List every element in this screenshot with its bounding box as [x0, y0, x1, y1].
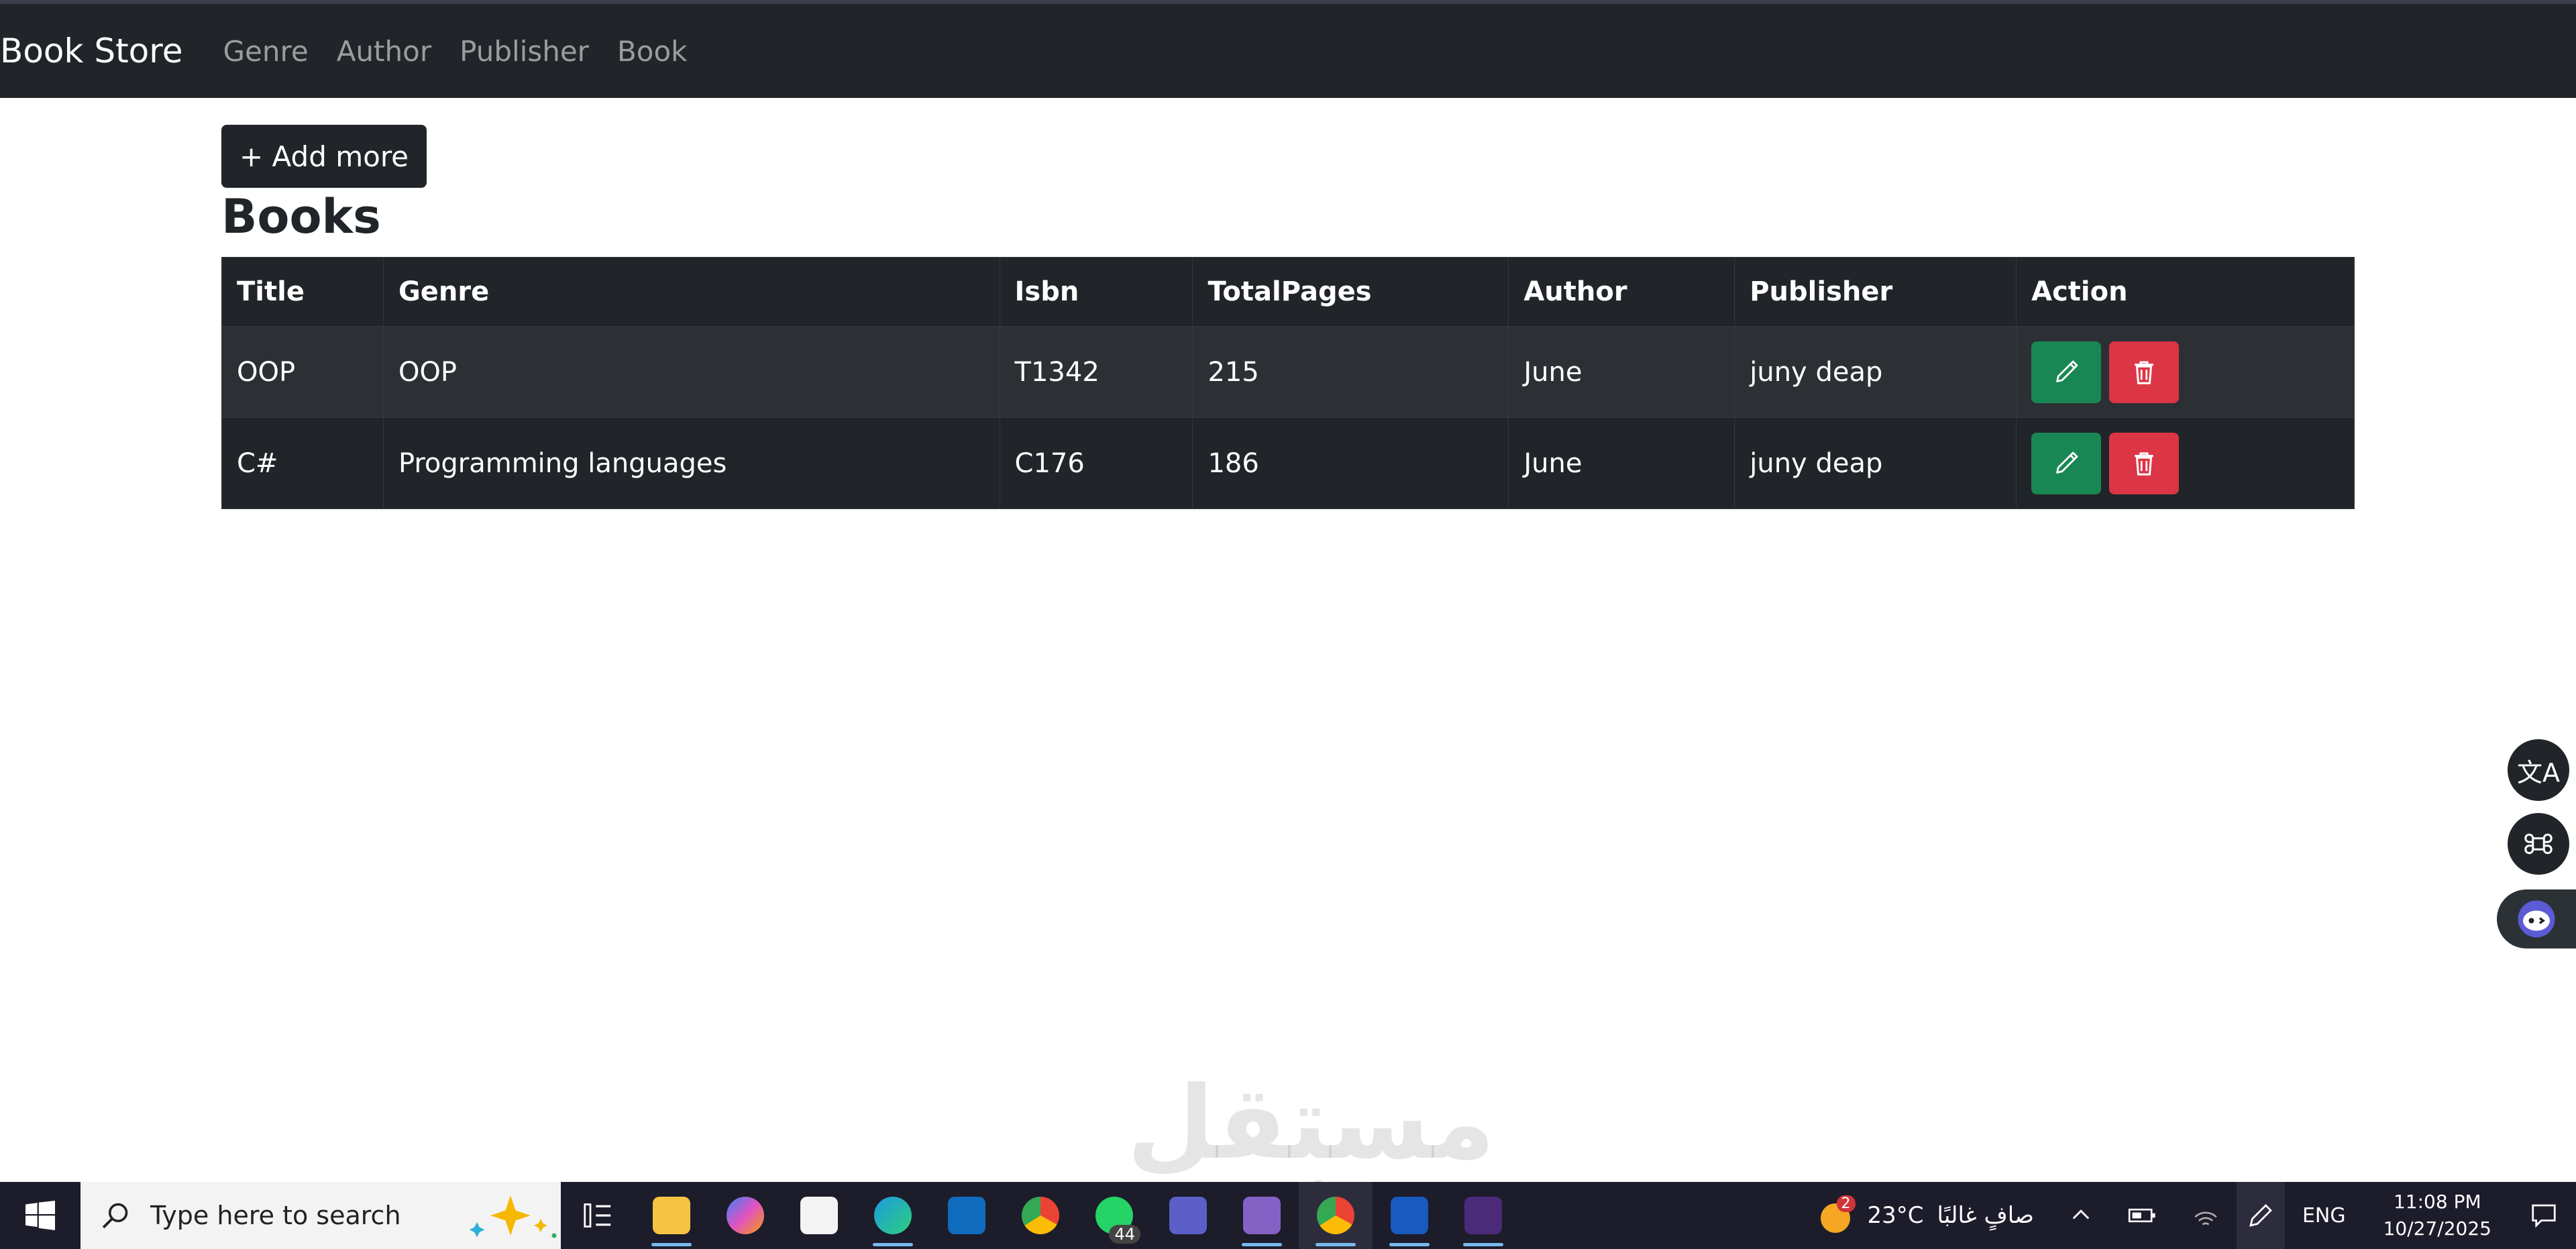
translate-fab[interactable]: 文A	[2508, 739, 2569, 801]
table-row: OOP OOP T1342 215 June juny deap	[221, 326, 2355, 418]
weather-temp: 23°C	[1867, 1202, 1924, 1229]
terminal-icon	[1464, 1197, 1502, 1234]
taskbar-copilot[interactable]	[708, 1182, 782, 1249]
cell-author: June	[1508, 326, 1735, 418]
clock-date: 10/27/2025	[2383, 1217, 2491, 1240]
copilot-icon	[727, 1197, 764, 1234]
chevron-up-icon[interactable]	[2069, 1203, 2093, 1228]
task-view-button[interactable]	[561, 1182, 635, 1249]
books-table: Title Genre Isbn TotalPages Author Publi…	[221, 257, 2355, 509]
col-header-isbn: Isbn	[999, 257, 1193, 327]
col-header-genre: Genre	[382, 257, 1000, 327]
language-indicator[interactable]: ENG	[2302, 1204, 2346, 1228]
chrome-icon	[1022, 1197, 1059, 1234]
weather-badge: 2	[1836, 1195, 1856, 1212]
delete-button[interactable]	[2109, 432, 2180, 494]
word-icon	[1391, 1197, 1428, 1234]
pen-icon[interactable]	[2236, 1182, 2285, 1249]
battery-icon[interactable]	[2128, 1203, 2157, 1228]
pencil-icon	[2056, 451, 2078, 474]
search-placeholder: Type here to search	[150, 1201, 401, 1230]
trash-icon	[2135, 452, 2153, 476]
taskbar-chrome-profile[interactable]	[1299, 1182, 1373, 1249]
assistant-face-icon	[2518, 900, 2555, 938]
teams-icon	[1169, 1197, 1207, 1234]
search-icon	[102, 1203, 128, 1229]
nav-link-publisher[interactable]: Publisher	[460, 35, 589, 68]
taskbar-whatsapp[interactable]: 44	[1077, 1182, 1151, 1249]
cell-title: C#	[221, 417, 384, 509]
weather-icon: 2	[1815, 1195, 1856, 1236]
taskbar: Type here to search 44 2 23°C صافٍ غالبً…	[0, 1182, 2576, 1249]
edit-button[interactable]	[2031, 432, 2102, 494]
clock-time: 11:08 PM	[2393, 1191, 2481, 1213]
cell-genre: OOP	[382, 326, 1000, 418]
task-view-icon	[584, 1203, 611, 1228]
cell-action	[2016, 417, 2355, 509]
navbar: Book Store Genre Author Publisher Book	[0, 4, 2576, 98]
assistant-fab[interactable]	[2497, 889, 2576, 948]
translate-icon: 文A	[2517, 757, 2560, 788]
taskbar-file-explorer[interactable]	[635, 1182, 708, 1249]
taskbar-store[interactable]	[782, 1182, 856, 1249]
taskbar-word[interactable]	[1373, 1182, 1446, 1249]
cell-isbn: T1342	[999, 326, 1193, 418]
col-header-publisher: Publisher	[1734, 257, 2017, 327]
trash-icon	[2135, 361, 2153, 384]
clock[interactable]: 11:08 PM 10/27/2025	[2383, 1189, 2491, 1242]
wifi-icon[interactable]	[2192, 1203, 2219, 1228]
nav-link-book[interactable]: Book	[617, 35, 688, 68]
edge-icon	[874, 1197, 912, 1234]
watermark-arabic: مستقل	[1127, 1065, 1495, 1182]
folder-icon	[653, 1197, 690, 1234]
col-header-title: Title	[221, 257, 384, 327]
table-header-row: Title Genre Isbn TotalPages Author Publi…	[221, 257, 2355, 327]
start-button[interactable]	[0, 1182, 80, 1249]
cell-title: OOP	[221, 326, 384, 418]
col-header-action: Action	[2016, 257, 2355, 327]
col-header-author: Author	[1508, 257, 1735, 327]
windows-icon	[25, 1201, 55, 1230]
cell-total-pages: 186	[1192, 417, 1509, 509]
weather-widget[interactable]: 2 23°C صافٍ غالبًا	[1815, 1195, 2034, 1236]
weather-desc: صافٍ غالبًا	[1937, 1202, 2034, 1229]
taskbar-teams[interactable]	[1151, 1182, 1225, 1249]
nav-link-genre[interactable]: Genre	[223, 35, 309, 68]
cell-publisher: juny deap	[1734, 417, 2017, 509]
cell-genre: Programming languages	[382, 417, 1000, 509]
col-header-total-pages: TotalPages	[1192, 257, 1509, 327]
delete-button[interactable]	[2109, 341, 2180, 403]
cell-action	[2016, 326, 2355, 418]
system-tray: 2 23°C صافٍ غالبًا ENG 11:08 PM 10/27/20…	[1798, 1182, 2576, 1249]
visual-studio-icon	[1243, 1197, 1281, 1234]
command-icon	[2524, 833, 2553, 855]
cell-publisher: juny deap	[1734, 326, 2017, 418]
pencil-icon	[2056, 360, 2078, 382]
taskbar-terminal[interactable]	[1446, 1182, 1520, 1249]
table-row: C# Programming languages C176 186 June j…	[221, 417, 2355, 509]
cell-isbn: C176	[999, 417, 1193, 509]
cell-author: June	[1508, 417, 1735, 509]
brand-link[interactable]: Book Store	[0, 32, 183, 70]
taskbar-edge[interactable]	[856, 1182, 930, 1249]
whatsapp-badge: 44	[1109, 1225, 1140, 1244]
outlook-icon	[948, 1197, 985, 1234]
sparkle-icon	[469, 1195, 557, 1238]
add-more-button[interactable]: + Add more	[221, 125, 427, 188]
taskbar-visual-studio[interactable]	[1225, 1182, 1299, 1249]
notification-icon[interactable]	[2529, 1202, 2559, 1229]
cell-total-pages: 215	[1192, 326, 1509, 418]
edit-button[interactable]	[2031, 341, 2102, 403]
taskbar-search[interactable]: Type here to search	[80, 1182, 561, 1249]
taskbar-chrome[interactable]	[1004, 1182, 1077, 1249]
store-icon	[800, 1197, 838, 1234]
taskbar-outlook[interactable]	[930, 1182, 1004, 1249]
page-title: Books	[221, 189, 381, 244]
nav-link-author[interactable]: Author	[337, 35, 431, 68]
apps-fab[interactable]	[2508, 813, 2569, 875]
chrome-profile-icon	[1317, 1197, 1354, 1234]
